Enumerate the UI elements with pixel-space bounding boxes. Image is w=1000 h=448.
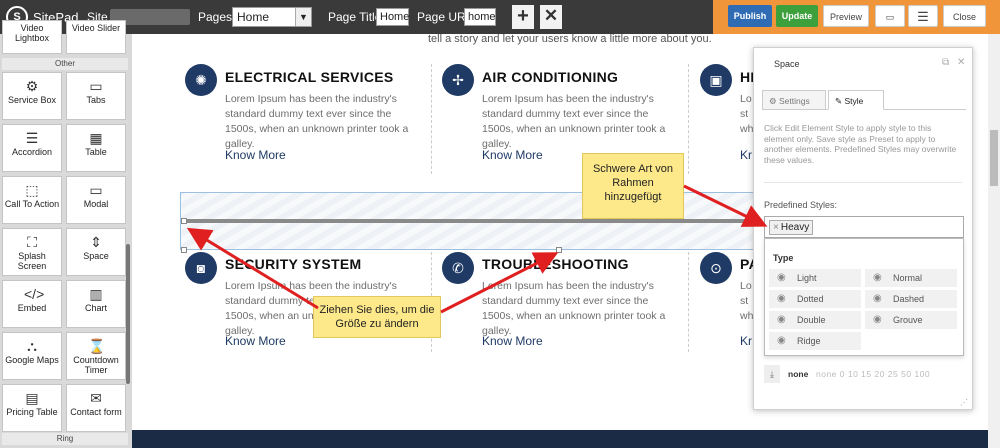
annotation-arrows <box>186 184 768 314</box>
arrow-to-bottom-handle <box>440 252 559 314</box>
arrow-to-heavy-chip <box>683 184 768 227</box>
arrow-to-left-handle <box>186 227 319 310</box>
